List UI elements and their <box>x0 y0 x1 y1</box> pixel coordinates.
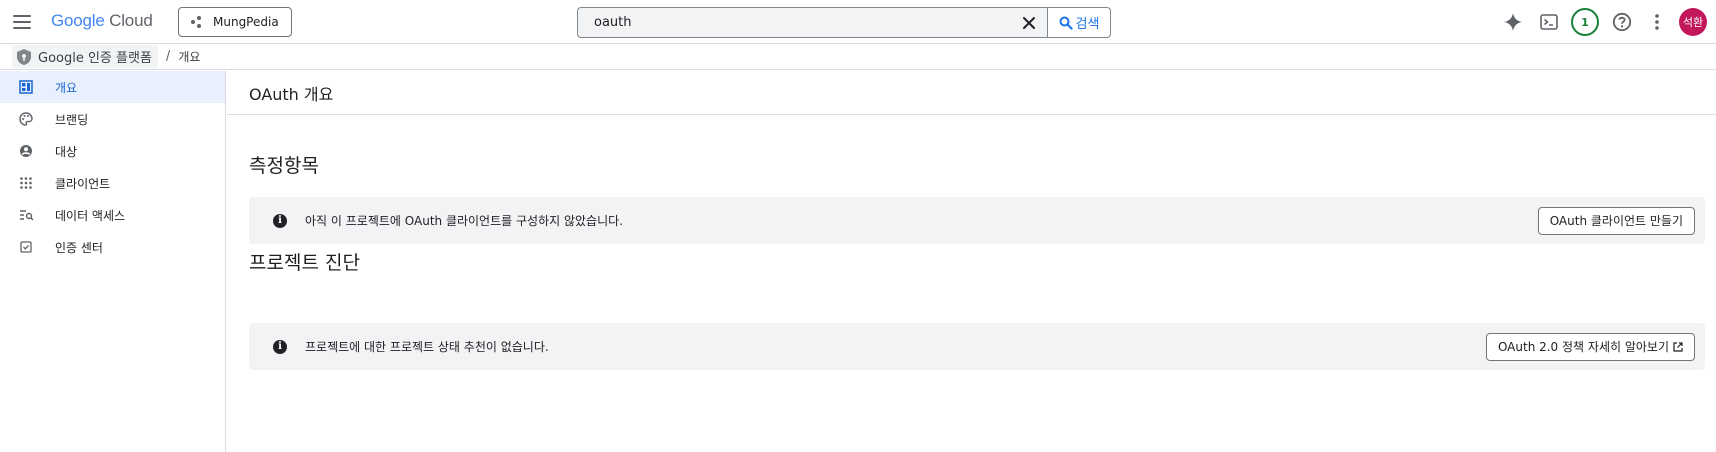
breadcrumb-current: 개요 <box>178 50 201 64</box>
sidebar-item-label: 브랜딩 <box>55 112 89 127</box>
logo-google: Google <box>51 11 105 30</box>
dashboard-icon <box>18 79 34 95</box>
diagnostics-section-title: 프로젝트 진단 <box>249 252 360 274</box>
sidebar-item-label: 인증 센터 <box>55 240 103 255</box>
sidebar-item-data-access[interactable]: 데이터 액세스 <box>0 199 225 231</box>
sidebar: 개요 브랜딩 대상 클라이언트 데이터 액세스 인증 센터 <box>0 71 226 452</box>
metrics-section-title: 측정항목 <box>249 155 319 177</box>
breadcrumb-separator: / <box>165 49 171 64</box>
diagnostics-message: 프로젝트에 대한 프로젝트 상태 추천이 없습니다. <box>305 340 549 354</box>
metrics-info-card: i 아직 이 프로젝트에 OAuth 클라이언트를 구성하지 않았습니다. OA… <box>249 197 1705 244</box>
breadcrumb-product[interactable]: Google 인증 플랫폼 <box>12 45 158 68</box>
project-selector-button[interactable]: MungPedia <box>178 7 292 37</box>
more-vert-icon[interactable] <box>1645 10 1669 34</box>
breadcrumb-product-label: Google 인증 플랫폼 <box>38 51 152 66</box>
logo-cloud: Cloud <box>109 11 153 30</box>
create-oauth-client-button[interactable]: OAuth 클라이언트 만들기 <box>1537 206 1695 235</box>
notification-badge[interactable]: 1 <box>1571 8 1599 36</box>
search-input[interactable] <box>578 8 1017 37</box>
sidebar-item-verification-center[interactable]: 인증 센터 <box>0 231 225 263</box>
sidebar-item-branding[interactable]: 브랜딩 <box>0 103 225 135</box>
help-icon[interactable] <box>1610 10 1634 34</box>
metrics-message: 아직 이 프로젝트에 OAuth 클라이언트를 구성하지 않았습니다. <box>305 214 623 228</box>
search-icon <box>1059 16 1073 30</box>
gemini-sparkle-icon[interactable] <box>1501 10 1525 34</box>
menu-icon[interactable] <box>10 10 34 34</box>
top-bar: Google Cloud MungPedia 검색 1 석환 <box>0 0 1716 44</box>
info-icon: i <box>273 213 287 228</box>
page-title: OAuth 개요 <box>227 71 1716 115</box>
main-content: OAuth 개요 측정항목 i 아직 이 프로젝트에 OAuth 클라이언트를 … <box>227 71 1716 452</box>
google-cloud-logo[interactable]: Google Cloud <box>51 11 153 31</box>
learn-more-label: OAuth 2.0 정책 자세히 알아보기 <box>1497 340 1669 354</box>
diagnostics-info-card: i 프로젝트에 대한 프로젝트 상태 추천이 없습니다. OAuth 2.0 정… <box>249 323 1705 370</box>
sidebar-item-label: 대상 <box>55 144 78 159</box>
learn-more-oauth-policy-button[interactable]: OAuth 2.0 정책 자세히 알아보기 <box>1485 332 1695 361</box>
close-icon[interactable] <box>1017 11 1041 35</box>
project-dots-icon <box>191 16 205 28</box>
search-button[interactable]: 검색 <box>1047 8 1110 37</box>
create-oauth-client-label: OAuth 클라이언트 만들기 <box>1549 214 1683 228</box>
search-button-label: 검색 <box>1075 17 1100 32</box>
sidebar-item-label: 데이터 액세스 <box>55 208 126 223</box>
search-box: 검색 <box>577 7 1111 38</box>
open-in-new-icon <box>1673 341 1683 352</box>
manage-search-icon <box>18 207 34 223</box>
project-name: MungPedia <box>213 15 279 29</box>
shield-icon <box>17 48 31 65</box>
verified-check-icon <box>18 239 34 255</box>
account-circle-icon <box>18 143 34 159</box>
info-icon: i <box>273 339 287 354</box>
sidebar-item-clients[interactable]: 클라이언트 <box>0 167 225 199</box>
breadcrumb: Google 인증 플랫폼 / 개요 <box>0 44 1716 70</box>
sidebar-item-label: 클라이언트 <box>55 176 111 191</box>
apps-grid-icon <box>18 175 34 191</box>
palette-icon <box>18 111 34 127</box>
avatar[interactable]: 석환 <box>1679 8 1707 36</box>
sidebar-item-label: 개요 <box>55 80 78 95</box>
terminal-icon[interactable] <box>1537 10 1561 34</box>
sidebar-item-overview[interactable]: 개요 <box>0 71 225 103</box>
sidebar-item-audience[interactable]: 대상 <box>0 135 225 167</box>
